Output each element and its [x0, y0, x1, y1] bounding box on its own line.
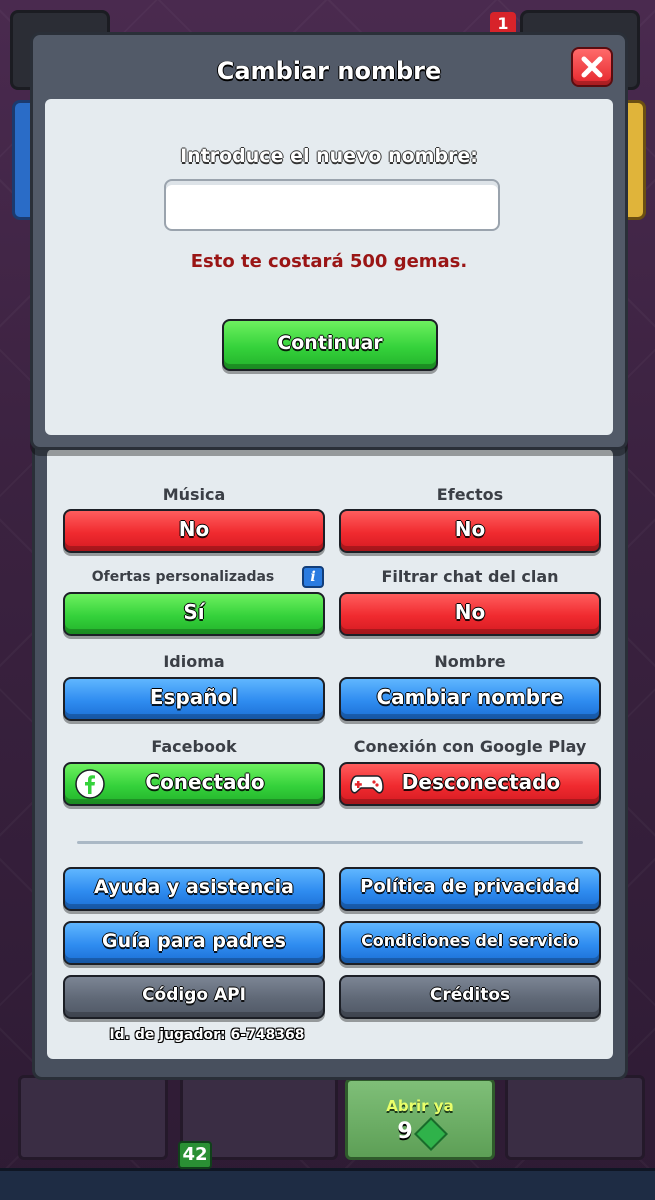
music-toggle-button[interactable]: No [63, 509, 325, 553]
player-id: Id. de jugador: 6-748368 [109, 1027, 305, 1043]
nav-count-badge: 42 [178, 1141, 212, 1169]
change-name-button[interactable]: Cambiar nombre [339, 677, 601, 721]
google-play-status: Desconectado [401, 770, 561, 794]
effects-toggle-button[interactable]: No [339, 509, 601, 553]
settings-panel-body: Música No Efectos No Ofertas personaliza… [47, 449, 613, 1059]
language-label: Idioma [163, 652, 225, 671]
facebook-status: Conectado [145, 770, 265, 794]
info-icon[interactable]: i [302, 566, 324, 588]
clan-chat-filter-label: Filtrar chat del clan [381, 567, 559, 586]
terms-of-service-button[interactable]: Condiciones del servicio [339, 921, 601, 965]
offers-toggle-button[interactable]: Sí [63, 592, 325, 636]
dialog-body: Introduce el nuevo nombre: Esto te costa… [45, 99, 613, 435]
credits-button[interactable]: Créditos [339, 975, 601, 1019]
new-name-prompt: Introduce el nuevo nombre: [180, 145, 478, 167]
api-code-button[interactable]: Código API [63, 975, 325, 1019]
bottom-nav-bar: 42 [0, 1141, 655, 1200]
facebook-icon [75, 769, 105, 799]
help-support-button[interactable]: Ayuda y asistencia [63, 867, 325, 911]
divider [77, 841, 583, 844]
facebook-connect-button[interactable]: Conectado [63, 762, 325, 806]
language-button[interactable]: Español [63, 677, 325, 721]
gamepad-icon [350, 775, 384, 794]
offers-label: Ofertas personalizadas [91, 569, 275, 585]
continue-button[interactable]: Continuar [222, 319, 438, 371]
google-play-label: Conexión con Google Play [353, 737, 587, 756]
name-label: Nombre [434, 652, 506, 671]
parents-guide-button[interactable]: Guía para padres [63, 921, 325, 965]
change-name-dialog: Cambiar nombre Introduce el nuevo nombre… [30, 32, 628, 450]
chest-slot [18, 1075, 168, 1160]
music-label: Música [162, 485, 226, 504]
settings-panel: Música No Efectos No Ofertas personaliza… [32, 440, 628, 1080]
close-icon [581, 56, 603, 78]
privacy-policy-button[interactable]: Política de privacidad [339, 867, 601, 911]
google-play-connect-button[interactable]: Desconectado [339, 762, 601, 806]
gem-cost: 9 [397, 1119, 413, 1144]
new-name-input[interactable] [164, 179, 500, 231]
clan-chat-filter-toggle-button[interactable]: No [339, 592, 601, 636]
gem-icon [413, 1116, 448, 1151]
cost-warning: Esto te costará 500 gemas. [190, 251, 468, 272]
dialog-title: Cambiar nombre [216, 57, 442, 85]
chest-slot-open-now: Abrir ya 9 [345, 1078, 495, 1160]
chest-slot [505, 1075, 645, 1160]
open-now-label: Abrir ya [386, 1097, 454, 1115]
close-button[interactable] [571, 47, 613, 87]
effects-label: Efectos [436, 485, 504, 504]
facebook-label: Facebook [151, 737, 237, 756]
